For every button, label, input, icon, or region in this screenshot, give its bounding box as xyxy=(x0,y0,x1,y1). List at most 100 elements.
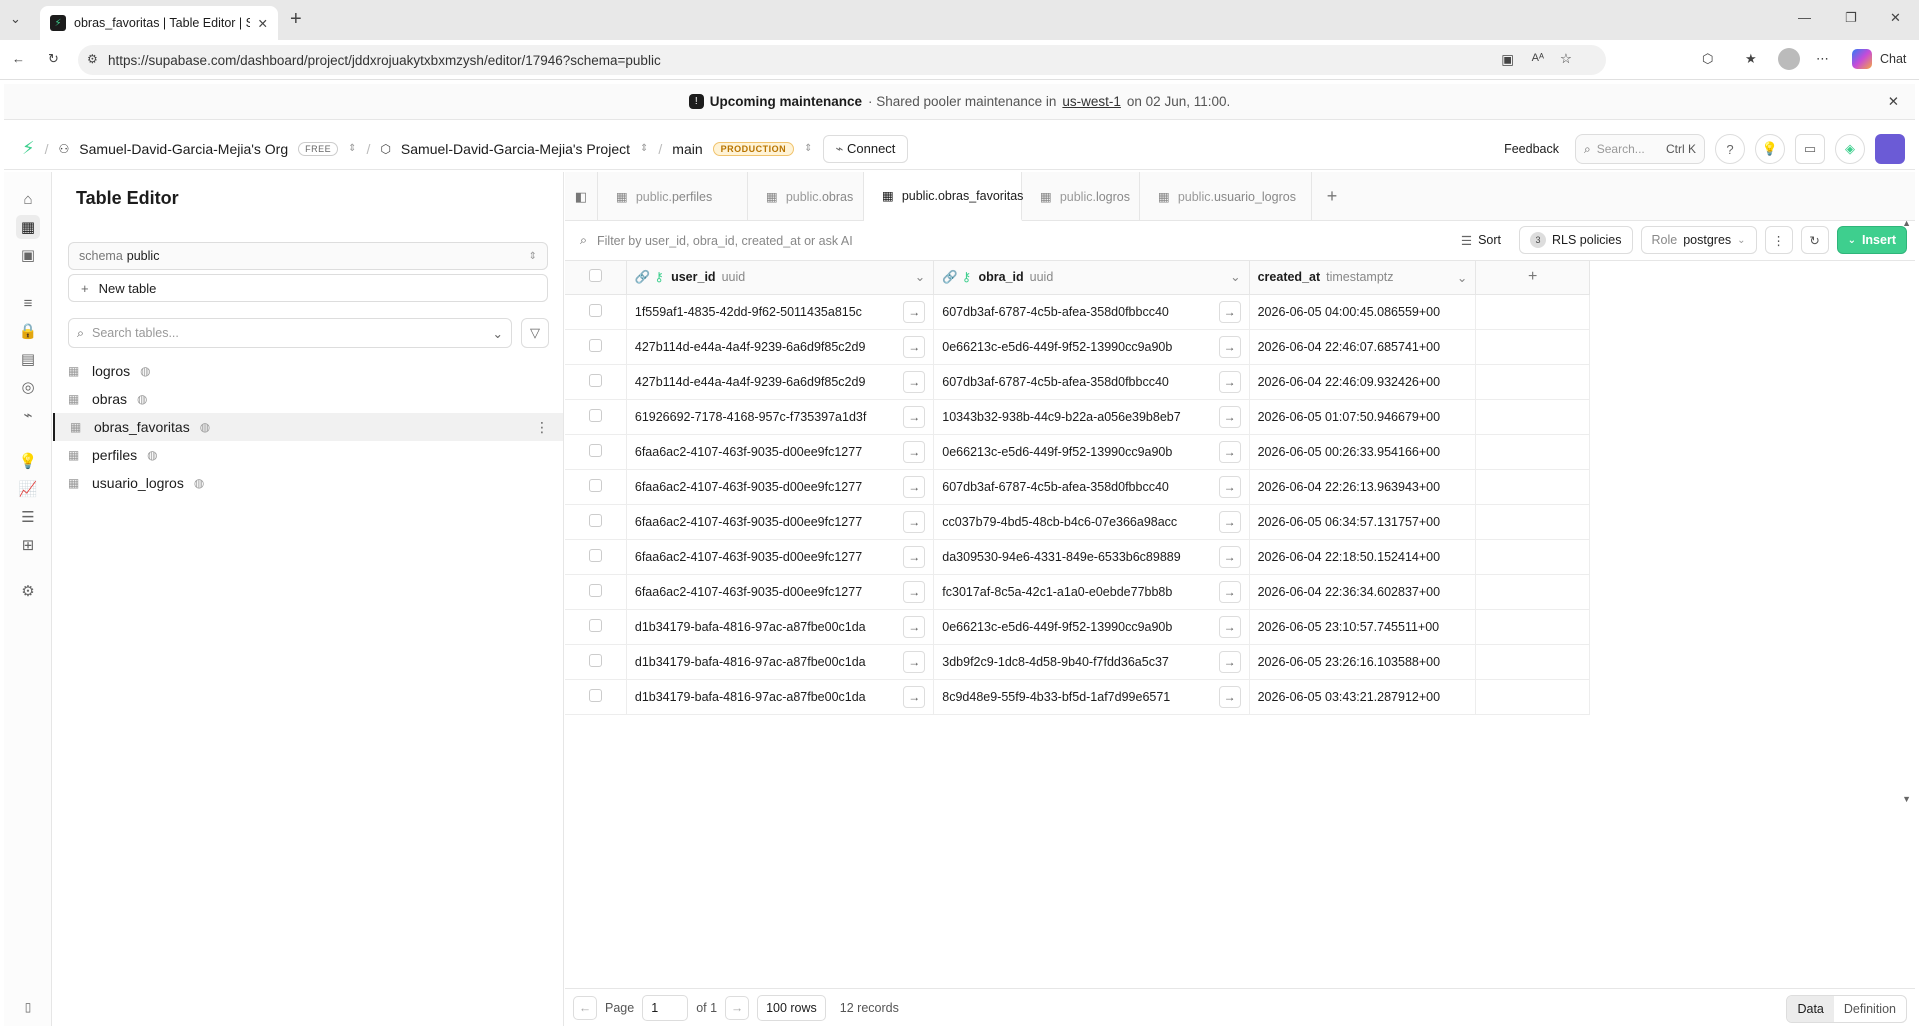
insert-button[interactable]: ⌄ Insert xyxy=(1836,226,1907,254)
extensions-icon[interactable]: ⬡ xyxy=(1702,51,1713,67)
fk-arrow-right-icon[interactable]: → xyxy=(1218,475,1241,498)
prev-page-button[interactable]: ← xyxy=(573,995,597,1020)
table-row[interactable]: 6faa6ac2-4107-463f-9035-d00ee9fc1277 → da3… xyxy=(565,539,1590,575)
fk-arrow-right-icon[interactable]: → xyxy=(903,685,926,708)
fk-arrow-right-icon[interactable]: → xyxy=(903,615,926,638)
close-window-icon[interactable]: ✕ xyxy=(1890,10,1901,26)
database-icon[interactable]: ≡ xyxy=(16,291,40,315)
editor-tab[interactable]: ▦ public.obras xyxy=(748,172,864,221)
chevrons-down-icon[interactable]: ⌄ xyxy=(493,326,503,341)
more-actions-button[interactable]: ⋮ xyxy=(1764,226,1793,254)
obra-id-cell[interactable]: 0e66213c-e5d6-449f-9f52-13990cc9a90b → xyxy=(933,434,1250,470)
created-at-cell[interactable]: 2026-06-05 03:43:21.287912+00 xyxy=(1249,679,1477,715)
add-column-icon[interactable]: + xyxy=(1528,268,1537,285)
obra-id-cell[interactable]: 10343b32-938b-44c9-b22a-a056e39b8eb7 → xyxy=(933,399,1250,435)
obra-id-cell[interactable]: 3db9f2c9-1dc8-4d58-9b40-f7fdd36a5c37 → xyxy=(933,644,1250,680)
connect-button[interactable]: ⌁ Connect xyxy=(822,134,909,163)
created-at-cell[interactable]: 2026-06-05 01:07:50.946679+00 xyxy=(1249,399,1477,435)
row-checkbox[interactable] xyxy=(588,548,602,562)
row-checkbox[interactable] xyxy=(588,688,602,702)
branch-name[interactable]: main xyxy=(672,141,702,157)
reports-icon[interactable]: 📈 xyxy=(16,477,40,501)
split-screen-icon[interactable]: ▣ xyxy=(1501,52,1514,68)
rls-policies-button[interactable]: 3 RLS policies xyxy=(1519,226,1633,254)
obra-id-cell[interactable]: cc037b79-4bd5-48cb-b4c6-07e366a98acc → xyxy=(933,504,1250,540)
created-at-cell[interactable]: 2026-06-05 23:26:16.103588+00 xyxy=(1249,644,1477,680)
next-page-button[interactable]: → xyxy=(725,995,750,1020)
sidebar-table-item[interactable]: ▦ usuario_logros ◍ xyxy=(53,469,563,497)
logs-icon[interactable]: ☰ xyxy=(16,505,40,529)
user-id-cell[interactable]: 61926692-7178-4168-957c-f735397a1d3f → xyxy=(626,399,935,435)
row-checkbox[interactable] xyxy=(588,618,602,632)
created-at-cell[interactable]: 2026-06-04 22:46:09.932426+00 xyxy=(1249,364,1477,400)
collapse-sidebar-icon[interactable]: ▯ xyxy=(16,995,40,1019)
org-name[interactable]: Samuel-David-Garcia-Mejia's Org xyxy=(79,141,288,157)
column-header-created-at[interactable]: created_at timestamptz ⌄ xyxy=(1249,261,1477,295)
browser-tab-active[interactable]: ⚡ obras_favoritas | Table Editor | Sam ✕ xyxy=(40,6,278,40)
fk-arrow-right-icon[interactable]: → xyxy=(1218,510,1241,533)
obra-id-cell[interactable]: 607db3af-6787-4c5b-afea-358d0fbbcc40 → xyxy=(933,469,1250,505)
table-row[interactable]: 427b114d-e44a-4a4f-9239-6a6d9f85c2d9 → 607… xyxy=(565,364,1590,400)
feedback-button[interactable]: Feedback xyxy=(1504,142,1559,156)
org-switcher-chevron-icon[interactable]: ⇕ xyxy=(348,143,356,154)
page-number-input[interactable]: 1 xyxy=(642,994,689,1021)
url-field[interactable]: ⚙ https://supabase.com/dashboard/project… xyxy=(78,45,1606,75)
global-search[interactable]: ⌕ Search... Ctrl K xyxy=(1575,134,1705,164)
row-checkbox[interactable] xyxy=(588,653,602,667)
user-id-cell[interactable]: 6faa6ac2-4107-463f-9035-d00ee9fc1277 → xyxy=(626,434,935,470)
user-id-cell[interactable]: 6faa6ac2-4107-463f-9035-d00ee9fc1277 → xyxy=(626,539,935,575)
refresh-button[interactable]: ↻ xyxy=(1800,226,1829,254)
integrations-icon[interactable]: ⊞ xyxy=(16,533,40,557)
column-menu-chevron-icon[interactable]: ⌄ xyxy=(1457,270,1467,285)
created-at-cell[interactable]: 2026-06-04 22:26:13.963943+00 xyxy=(1249,469,1477,505)
scroll-up-arrow-icon[interactable]: ▲ xyxy=(1902,218,1911,228)
fk-arrow-right-icon[interactable]: → xyxy=(1218,650,1241,673)
created-at-cell[interactable]: 2026-06-05 23:10:57.745511+00 xyxy=(1249,609,1477,645)
obra-id-cell[interactable]: 0e66213c-e5d6-449f-9f52-13990cc9a90b → xyxy=(933,329,1250,365)
new-tab-icon[interactable]: + xyxy=(290,8,302,31)
search-tables-input[interactable]: ⌕ Search tables... ⌄ xyxy=(68,318,512,348)
obra-id-cell[interactable]: 0e66213c-e5d6-449f-9f52-13990cc9a90b → xyxy=(933,609,1250,645)
schema-select[interactable]: schema public ⇕ xyxy=(68,242,548,270)
created-at-cell[interactable]: 2026-06-05 04:00:45.086559+00 xyxy=(1249,294,1477,330)
select-all-checkbox[interactable] xyxy=(588,269,602,283)
created-at-cell[interactable]: 2026-06-05 06:34:57.131757+00 xyxy=(1249,504,1477,540)
advisor-lightbulb-icon[interactable]: 💡 xyxy=(1755,134,1785,164)
restore-window-icon[interactable]: ❐ xyxy=(1845,10,1857,26)
project-name[interactable]: Samuel-David-Garcia-Mejia's Project xyxy=(401,141,630,157)
fk-arrow-right-icon[interactable]: → xyxy=(1218,440,1241,463)
table-row[interactable]: 6faa6ac2-4107-463f-9035-d00ee9fc1277 → 0e6… xyxy=(565,434,1590,470)
supabase-logo-icon[interactable]: ⚡ xyxy=(22,138,35,159)
role-select[interactable]: Role postgres ⌄ xyxy=(1640,226,1757,254)
fk-arrow-right-icon[interactable]: → xyxy=(903,405,926,428)
site-info-icon[interactable]: ⚙ xyxy=(87,52,98,66)
assistant-icon[interactable]: ◈ xyxy=(1835,134,1865,164)
user-id-cell[interactable]: 1f559af1-4835-42dd-9f62-5011435a815c → xyxy=(626,294,935,330)
definition-view-tab[interactable]: Definition xyxy=(1834,996,1906,1022)
branch-switcher-chevron-icon[interactable]: ⇕ xyxy=(804,143,812,154)
filter-tables-button[interactable]: ▽ xyxy=(521,318,549,348)
fk-arrow-right-icon[interactable]: → xyxy=(903,545,926,568)
user-id-cell[interactable]: 427b114d-e44a-4a4f-9239-6a6d9f85c2d9 → xyxy=(626,364,935,400)
scroll-down-arrow-icon[interactable]: ▼ xyxy=(1902,794,1911,804)
user-id-cell[interactable]: d1b34179-bafa-4816-97ac-a87fbe00c1da → xyxy=(626,609,935,645)
table-row[interactable]: 427b114d-e44a-4a4f-9239-6a6d9f85c2d9 → 0e6… xyxy=(565,329,1590,365)
user-id-cell[interactable]: 6faa6ac2-4107-463f-9035-d00ee9fc1277 → xyxy=(626,469,935,505)
table-row[interactable]: 6faa6ac2-4107-463f-9035-d00ee9fc1277 → cc0… xyxy=(565,504,1590,540)
obra-id-cell[interactable]: fc3017af-8c5a-42c1-a1a0-e0ebde77bb8b → xyxy=(933,574,1250,610)
sidebar-table-item[interactable]: ▦ obras ◍ xyxy=(53,385,563,413)
row-checkbox[interactable] xyxy=(588,373,602,387)
banner-close-icon[interactable]: ✕ xyxy=(1888,94,1899,110)
editor-tab[interactable]: ▦ public.logros xyxy=(1022,172,1140,221)
table-editor-icon[interactable]: ▦ xyxy=(16,215,40,239)
row-checkbox[interactable] xyxy=(588,303,602,317)
column-header-user-id[interactable]: 🔗 ⚷ user_id uuid ⌄ xyxy=(626,261,935,295)
table-row[interactable]: d1b34179-bafa-4816-97ac-a87fbe00c1da → 0e6… xyxy=(565,609,1590,645)
user-id-cell[interactable]: 6faa6ac2-4107-463f-9035-d00ee9fc1277 → xyxy=(626,504,935,540)
row-checkbox[interactable] xyxy=(588,338,602,352)
row-checkbox[interactable] xyxy=(588,583,602,597)
row-checkbox[interactable] xyxy=(588,443,602,457)
user-id-cell[interactable]: d1b34179-bafa-4816-97ac-a87fbe00c1da → xyxy=(626,679,935,715)
fk-arrow-right-icon[interactable]: → xyxy=(903,370,926,393)
fk-arrow-right-icon[interactable]: → xyxy=(903,650,926,673)
